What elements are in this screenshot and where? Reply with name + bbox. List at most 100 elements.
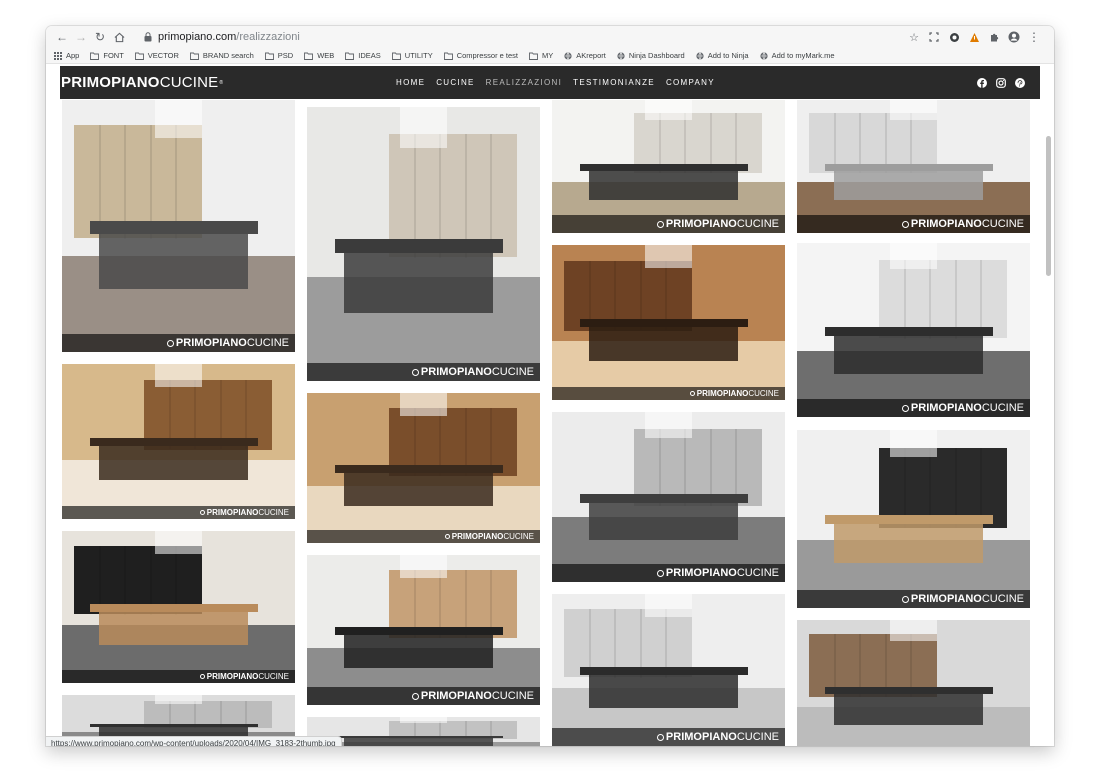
bookmark-label: IDEAS <box>358 51 381 60</box>
url-path: /realizzazioni <box>236 31 300 43</box>
watermark-light: CUCINE <box>981 402 1024 414</box>
gallery-photo-1[interactable]: PRIMOPIANO CUCINE <box>62 100 295 352</box>
social-links <box>969 66 1026 99</box>
bookmark-label: AKreport <box>576 51 606 60</box>
home-icon[interactable] <box>111 29 127 45</box>
gallery-photo-3[interactable]: PRIMOPIANO CUCINE <box>552 100 785 233</box>
gallery-photo-7[interactable]: PRIMOPIANO CUCINE <box>552 245 785 400</box>
watermark-mark-icon <box>901 220 909 228</box>
bookmark-label: MY <box>542 51 554 60</box>
watermark-bold: PRIMOPIANO <box>206 672 259 681</box>
bookmark-item[interactable]: Add to Ninja <box>696 51 749 60</box>
logo-registered-mark: ® <box>219 79 224 86</box>
bookmark-label: FONT <box>103 51 124 60</box>
bookmark-label: PSD <box>277 51 294 60</box>
watermark-light: CUCINE <box>736 731 779 743</box>
gallery-photo-2[interactable]: PRIMOPIANO CUCINE <box>307 107 540 381</box>
bookmark-item[interactable]: IDEAS <box>345 51 381 60</box>
gallery-photo-15[interactable] <box>307 717 540 746</box>
lock-icon <box>144 32 152 42</box>
watermark-light: CUCINE <box>491 366 534 378</box>
watermark: PRIMOPIANO CUCINE <box>797 590 1030 608</box>
site-logo[interactable]: PRIMOPIANO CUCINE ® <box>60 66 223 99</box>
watermark-bold: PRIMOPIANO <box>696 389 749 398</box>
bookmark-label: UTILITY <box>404 51 433 60</box>
bookmark-item[interactable]: Ninja Dashboard <box>617 51 685 60</box>
watermark-bold: PRIMOPIANO <box>665 218 737 230</box>
bookmark-item[interactable]: VECTOR <box>134 51 179 60</box>
gallery-photo-8[interactable]: PRIMOPIANO CUCINE <box>797 243 1030 417</box>
bookmark-label: Compressor e test <box>456 51 518 60</box>
watermark-bold: PRIMOPIANO <box>175 337 247 349</box>
extension-warning-icon[interactable] <box>966 29 982 45</box>
bookmark-label: Ninja Dashboard <box>628 51 685 60</box>
nav-item-cucine[interactable]: CUCINE <box>436 78 474 87</box>
watermark-mark-icon <box>656 569 664 577</box>
main-nav: HOME CUCINE REALIZZAZIONI TESTIMONIANZE COMP… <box>396 66 726 99</box>
forward-icon[interactable]: → <box>73 29 89 45</box>
scrollbar-thumb[interactable] <box>1046 136 1051 276</box>
gallery-photo-6[interactable]: PRIMOPIANO CUCINE <box>307 393 540 543</box>
address-bar[interactable]: primopiano.com/realizzazioni <box>138 28 900 46</box>
folder-icon <box>443 52 453 60</box>
facebook-icon[interactable] <box>976 77 988 89</box>
watermark: PRIMOPIANO CUCINE <box>797 215 1030 233</box>
watermark-light: CUCINE <box>736 567 779 579</box>
nav-item-company[interactable]: COMPANY <box>666 78 715 87</box>
browser-toolbar: ← → ↻ primopiano.com/realizzazioni ☆ ⋮ <box>46 26 1054 48</box>
watermark-mark-icon <box>689 391 695 396</box>
nav-item-realizzazioni[interactable]: REALIZZAZIONI <box>486 78 562 87</box>
watermark-mark-icon <box>656 220 664 228</box>
bookmark-item[interactable]: UTILITY <box>391 51 433 60</box>
gallery-photo-4[interactable]: PRIMOPIANO CUCINE <box>797 100 1030 233</box>
gallery-photo-5[interactable]: PRIMOPIANO CUCINE <box>62 364 295 519</box>
watermark-mark-icon <box>199 510 205 515</box>
watermark: PRIMOPIANO CUCINE <box>62 506 295 519</box>
nav-item-testimonianze[interactable]: TESTIMONIANZE <box>573 78 655 87</box>
watermark-light: CUCINE <box>491 690 534 702</box>
watermark: PRIMOPIANO CUCINE <box>307 687 540 705</box>
pinterest-icon[interactable] <box>1014 77 1026 89</box>
website: PRIMOPIANO CUCINE ® HOME CUCINE REALIZZAZION… <box>46 64 1054 746</box>
gallery-photo-12[interactable]: PRIMOPIANO CUCINE <box>797 430 1030 608</box>
watermark-bold: PRIMOPIANO <box>420 690 492 702</box>
bookmark-item[interactable]: AKreport <box>564 51 606 60</box>
watermark: PRIMOPIANO CUCINE <box>62 334 295 352</box>
watermark-light: CUCINE <box>981 218 1024 230</box>
gallery-photo-9[interactable]: PRIMOPIANO CUCINE <box>552 412 785 582</box>
instagram-icon[interactable] <box>995 77 1007 89</box>
watermark-mark-icon <box>901 595 909 603</box>
profile-avatar-icon[interactable] <box>1006 29 1022 45</box>
nav-item-home[interactable]: HOME <box>396 78 425 87</box>
watermark-light: CUCINE <box>258 672 289 681</box>
watermark: PRIMOPIANO CUCINE <box>552 387 785 400</box>
browser-menu-icon[interactable]: ⋮ <box>1026 29 1042 45</box>
reload-icon[interactable]: ↻ <box>92 29 108 45</box>
bookmark-item[interactable]: BRAND search <box>189 51 254 60</box>
extensions-puzzle-icon[interactable] <box>986 29 1002 45</box>
watermark-mark-icon <box>656 733 664 741</box>
bookmark-item[interactable]: App <box>54 51 79 60</box>
link-status-bar: https://www.primopiano.com/wp-content/up… <box>46 736 342 746</box>
bookmark-item[interactable]: Compressor e test <box>443 51 518 60</box>
back-icon[interactable]: ← <box>54 29 70 45</box>
bookmark-item[interactable]: WEB <box>304 51 334 60</box>
gallery-photo-10[interactable]: PRIMOPIANO CUCINE <box>62 531 295 683</box>
extension-circle-icon[interactable] <box>946 29 962 45</box>
gallery-photo-11[interactable]: PRIMOPIANO CUCINE <box>307 555 540 705</box>
watermark-bold: PRIMOPIANO <box>910 218 982 230</box>
bookmark-item[interactable]: FONT <box>90 51 124 60</box>
bookmark-item[interactable]: MY <box>529 51 553 60</box>
gallery-photo-16[interactable] <box>797 620 1030 746</box>
watermark-mark-icon <box>444 534 450 539</box>
globe-icon <box>564 51 572 60</box>
logo-bold: PRIMOPIANO <box>61 74 160 91</box>
star-icon[interactable]: ☆ <box>906 29 922 45</box>
gallery-photo-13[interactable]: PRIMOPIANO CUCINE <box>552 594 785 746</box>
bookmark-item[interactable]: PSD <box>264 51 294 60</box>
extension-move-icon[interactable] <box>926 29 942 45</box>
globe-icon <box>759 51 768 60</box>
bookmark-item[interactable]: Add to myMark.me <box>759 51 835 60</box>
folder-icon <box>189 52 199 60</box>
site-header: PRIMOPIANO CUCINE ® HOME CUCINE REALIZZAZION… <box>60 66 1040 99</box>
